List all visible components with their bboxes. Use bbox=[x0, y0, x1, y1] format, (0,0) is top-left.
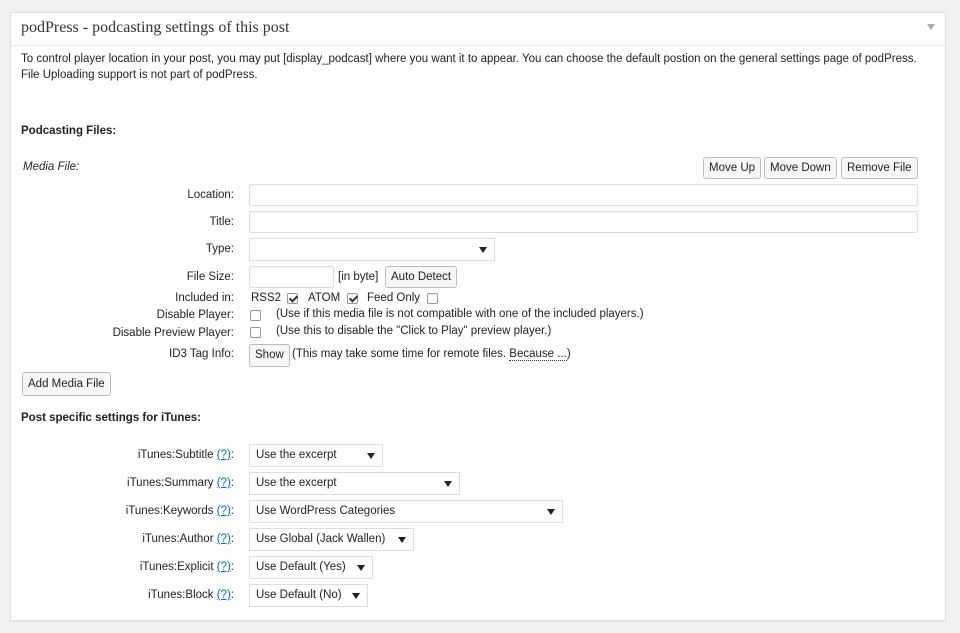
itunes-subtitle-value: Use the excerpt bbox=[256, 449, 337, 461]
itunes-subtitle-label: iTunes:Subtitle (?): bbox=[34, 449, 234, 461]
chevron-down-icon bbox=[352, 593, 360, 599]
type-label: Type: bbox=[205, 243, 234, 255]
auto-detect-button[interactable]: Auto Detect bbox=[385, 266, 458, 288]
chevron-down-icon bbox=[547, 509, 555, 515]
media-file-label: Media File: bbox=[23, 161, 80, 173]
rss2-checkbox[interactable] bbox=[287, 293, 298, 304]
id3-note-close: ) bbox=[566, 348, 571, 360]
podcasting-files-heading: Podcasting Files: bbox=[21, 125, 117, 137]
chevron-down-icon bbox=[357, 565, 365, 571]
chevron-down-icon bbox=[367, 453, 375, 459]
itunes-author-label: iTunes:Author (?): bbox=[34, 533, 234, 545]
in-byte-text: [in byte] bbox=[338, 271, 379, 283]
atom-label: ATOM bbox=[308, 292, 341, 304]
chevron-down-icon bbox=[398, 537, 406, 543]
itunes-heading: Post specific settings for iTunes: bbox=[21, 412, 201, 424]
id3-note-text: (This may take some time for remote file… bbox=[292, 348, 510, 360]
itunes-keywords-select[interactable]: Use WordPress Categories bbox=[249, 500, 563, 523]
itunes-explicit-label: iTunes:Explicit (?): bbox=[34, 561, 234, 573]
explicit-help-link[interactable]: (?) bbox=[217, 561, 231, 573]
move-down-button[interactable]: Move Down bbox=[764, 157, 837, 179]
location-label: Location: bbox=[187, 189, 234, 201]
title-label: Title: bbox=[209, 216, 235, 228]
itunes-summary-text: iTunes:Summary bbox=[127, 477, 214, 489]
id3-label: ID3 Tag Info: bbox=[169, 348, 234, 360]
itunes-explicit-value: Use Default (Yes) bbox=[256, 561, 346, 573]
itunes-keywords-text: iTunes:Keywords bbox=[125, 505, 214, 517]
colon: : bbox=[230, 449, 234, 461]
intro-text: To control player location in your post,… bbox=[21, 51, 926, 83]
rss2-label: RSS2 bbox=[251, 292, 282, 304]
itunes-summary-select[interactable]: Use the excerpt bbox=[249, 472, 460, 495]
itunes-explicit-select[interactable]: Use Default (Yes) bbox=[249, 556, 373, 579]
block-help-link[interactable]: (?) bbox=[217, 589, 231, 601]
metabox-title: podPress - podcasting settings of this p… bbox=[21, 19, 290, 36]
id3-note: (This may take some time for remote file… bbox=[292, 348, 571, 361]
type-select[interactable] bbox=[249, 238, 495, 261]
chevron-down-icon bbox=[479, 247, 487, 253]
itunes-keywords-label: iTunes:Keywords (?): bbox=[34, 505, 234, 517]
colon: : bbox=[230, 533, 234, 545]
location-input[interactable] bbox=[249, 184, 918, 206]
itunes-author-text: iTunes:Author bbox=[142, 533, 214, 545]
itunes-block-value: Use Default (No) bbox=[256, 589, 342, 601]
itunes-author-select[interactable]: Use Global (Jack Wallen) bbox=[249, 528, 414, 551]
itunes-author-value: Use Global (Jack Wallen) bbox=[256, 533, 386, 545]
colon: : bbox=[230, 589, 234, 601]
feed-only-checkbox[interactable] bbox=[427, 293, 438, 304]
intro-line-2: File Uploading support is not part of po… bbox=[21, 69, 258, 81]
intro-line-1: To control player location in your post,… bbox=[21, 53, 917, 65]
itunes-summary-value: Use the excerpt bbox=[256, 477, 337, 489]
move-up-button[interactable]: Move Up bbox=[703, 157, 762, 179]
disable-player-note: (Use if this media file is not compatibl… bbox=[276, 308, 644, 320]
subtitle-help-link[interactable]: (?) bbox=[217, 449, 231, 461]
title-input[interactable] bbox=[249, 211, 918, 233]
author-help-link[interactable]: (?) bbox=[217, 533, 231, 545]
itunes-explicit-text: iTunes:Explicit bbox=[139, 561, 214, 573]
remove-file-button[interactable]: Remove File bbox=[841, 157, 918, 179]
feed-only-label: Feed Only bbox=[367, 292, 421, 304]
disable-preview-note: (Use this to disable the "Click to Play"… bbox=[276, 325, 552, 337]
itunes-keywords-value: Use WordPress Categories bbox=[256, 505, 396, 517]
itunes-block-select[interactable]: Use Default (No) bbox=[249, 584, 368, 607]
filesize-input[interactable] bbox=[249, 266, 334, 288]
metabox-header[interactable]: podPress - podcasting settings of this p… bbox=[11, 13, 945, 46]
disable-player-checkbox[interactable] bbox=[250, 310, 261, 321]
colon: : bbox=[230, 561, 234, 573]
because-link[interactable]: Because ... bbox=[509, 348, 567, 361]
itunes-block-label: iTunes:Block (?): bbox=[34, 589, 234, 601]
itunes-block-text: iTunes:Block bbox=[148, 589, 214, 601]
colon: : bbox=[230, 505, 234, 517]
filesize-label: File Size: bbox=[186, 271, 234, 283]
add-media-file-button[interactable]: Add Media File bbox=[22, 372, 111, 396]
collapse-toggle-icon[interactable] bbox=[927, 24, 935, 30]
itunes-summary-label: iTunes:Summary (?): bbox=[34, 477, 234, 489]
itunes-subtitle-select[interactable]: Use the excerpt bbox=[249, 444, 383, 467]
itunes-subtitle-text: iTunes:Subtitle bbox=[137, 449, 214, 461]
atom-checkbox[interactable] bbox=[347, 293, 358, 304]
colon: : bbox=[230, 477, 234, 489]
disable-player-label: Disable Player: bbox=[156, 309, 234, 321]
disable-preview-label: Disable Preview Player: bbox=[112, 327, 234, 339]
disable-preview-checkbox[interactable] bbox=[250, 327, 261, 338]
summary-help-link[interactable]: (?) bbox=[217, 477, 231, 489]
show-id3-button[interactable]: Show bbox=[249, 344, 290, 367]
keywords-help-link[interactable]: (?) bbox=[217, 505, 231, 517]
chevron-down-icon bbox=[444, 481, 452, 487]
included-in-label: Included in: bbox=[175, 292, 234, 304]
